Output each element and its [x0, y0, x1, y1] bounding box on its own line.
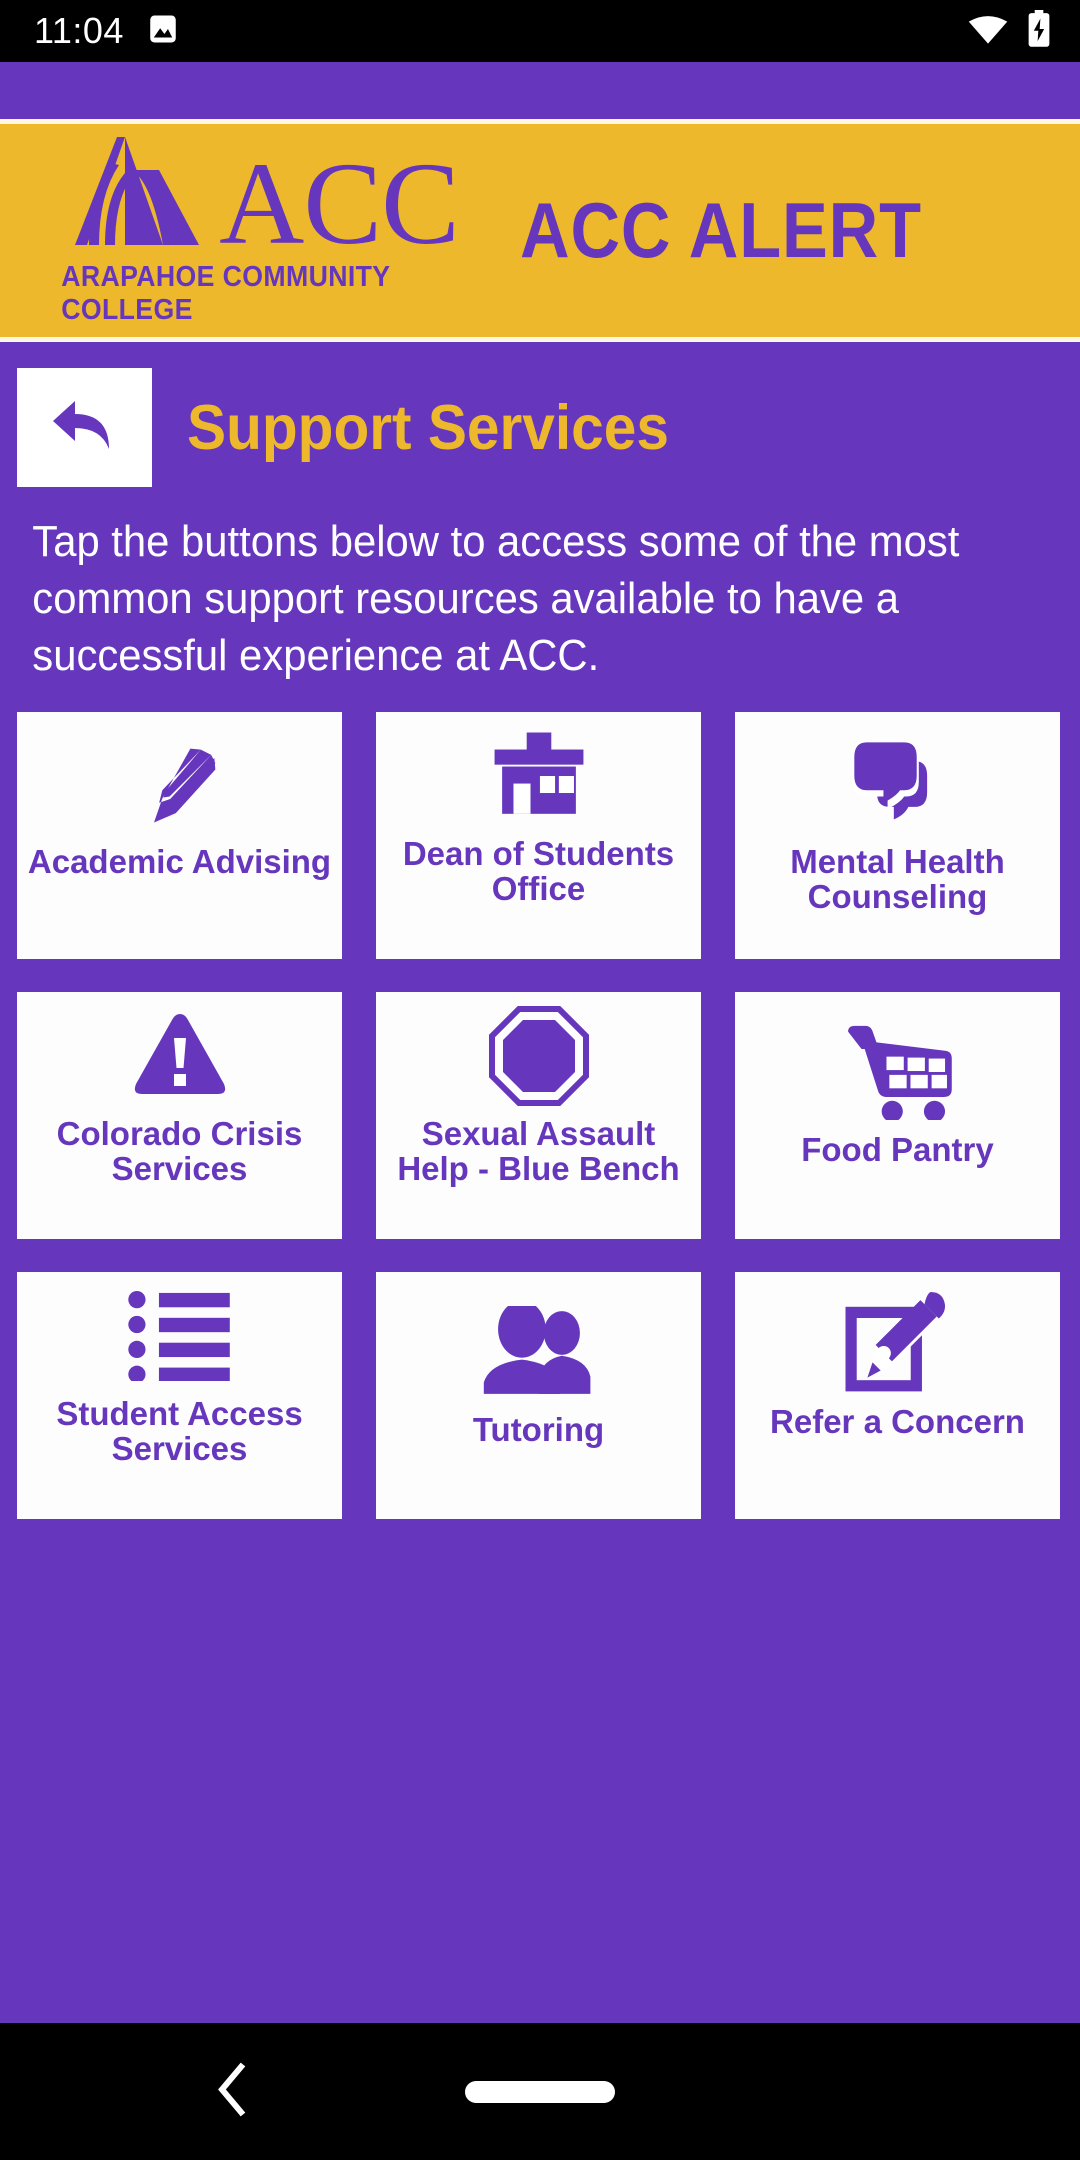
acc-mountain-logo-icon: [59, 135, 209, 255]
phone-screen: 11:04 ACC ARAPAHOE COMMUNITY COLLEGE ACC…: [0, 0, 1080, 2160]
status-clock: 11:04: [34, 10, 124, 51]
acc-logo-subtitle: ARAPAHOE COMMUNITY COLLEGE: [61, 260, 390, 326]
nav-home-pill-icon[interactable]: [465, 2080, 615, 2103]
tile-mental-health-counseling[interactable]: Mental Health Counseling: [735, 712, 1060, 959]
acc-logo-text: ACC: [219, 138, 460, 270]
tile-dean-of-students-office[interactable]: Dean of Students Office: [376, 712, 701, 959]
acc-alert-title: ACC ALERT: [520, 186, 922, 274]
acc-logo: ACC ARAPAHOE COMMUNITY COLLEGE: [44, 135, 474, 327]
building-icon: [487, 720, 591, 832]
android-nav-bar: [0, 2023, 1080, 2160]
nav-back-chevron-icon: [215, 2062, 249, 2121]
page-title: Support Services: [187, 392, 669, 463]
bulleted-list-icon: [127, 1280, 232, 1392]
brand-header: ACC ARAPAHOE COMMUNITY COLLEGE ACC ALERT: [0, 124, 1080, 337]
back-arrow-icon: [49, 395, 121, 460]
page-description: Tap the buttons below to access some of …: [32, 517, 960, 680]
back-button[interactable]: [17, 368, 152, 487]
nav-back-button[interactable]: [215, 2062, 249, 2121]
tile-label: Food Pantry: [801, 1131, 994, 1168]
tile-label: Dean of Students Office: [402, 835, 675, 907]
page-content: Support Services Tap the buttons below t…: [0, 342, 1080, 2023]
status-bar: 11:04: [0, 0, 1080, 62]
pen-nib-icon: [128, 728, 232, 840]
tile-food-pantry[interactable]: Food Pantry: [735, 992, 1060, 1239]
app-container: ACC ARAPAHOE COMMUNITY COLLEGE ACC ALERT…: [0, 62, 1080, 2023]
tile-label: Student Access Services: [56, 1395, 303, 1467]
top-purple-strip: [0, 62, 1080, 119]
acc-logo-row: ACC: [59, 135, 460, 270]
tile-label: Mental Health Counseling: [790, 843, 1005, 915]
speech-bubbles-icon: [846, 728, 950, 840]
pencil-form-icon: [845, 1288, 951, 1400]
tile-label: Refer a Concern: [770, 1403, 1025, 1440]
wifi-icon: [966, 12, 1010, 51]
image-icon: [146, 12, 180, 51]
battery-charging-icon: [1026, 9, 1052, 53]
page-title-row: Support Services: [0, 368, 1080, 487]
octagon-stop-icon: [488, 1000, 589, 1112]
tile-student-access-services[interactable]: Student Access Services: [17, 1272, 342, 1519]
warning-triangle-icon: [130, 1000, 230, 1112]
tile-label: Sexual Assault Help - Blue Bench: [397, 1115, 680, 1187]
tile-tutoring[interactable]: Tutoring: [376, 1272, 701, 1519]
tile-label: Tutoring: [472, 1411, 605, 1448]
support-services-grid: Academic Advising Dean of Students Offic…: [0, 712, 1080, 1519]
two-people-icon: [480, 1296, 598, 1408]
tile-sexual-assault-help-blue-bench[interactable]: Sexual Assault Help - Blue Bench: [376, 992, 701, 1239]
tile-colorado-crisis-services[interactable]: Colorado Crisis Services: [17, 992, 342, 1239]
status-system-icons: [966, 9, 1052, 53]
tile-label: Colorado Crisis Services: [56, 1115, 303, 1187]
tile-refer-a-concern[interactable]: Refer a Concern: [735, 1272, 1060, 1519]
tile-label: Academic Advising: [27, 843, 332, 880]
shopping-cart-icon: [842, 1016, 954, 1128]
tile-academic-advising[interactable]: Academic Advising: [17, 712, 342, 959]
status-notification-icons: [146, 12, 180, 51]
